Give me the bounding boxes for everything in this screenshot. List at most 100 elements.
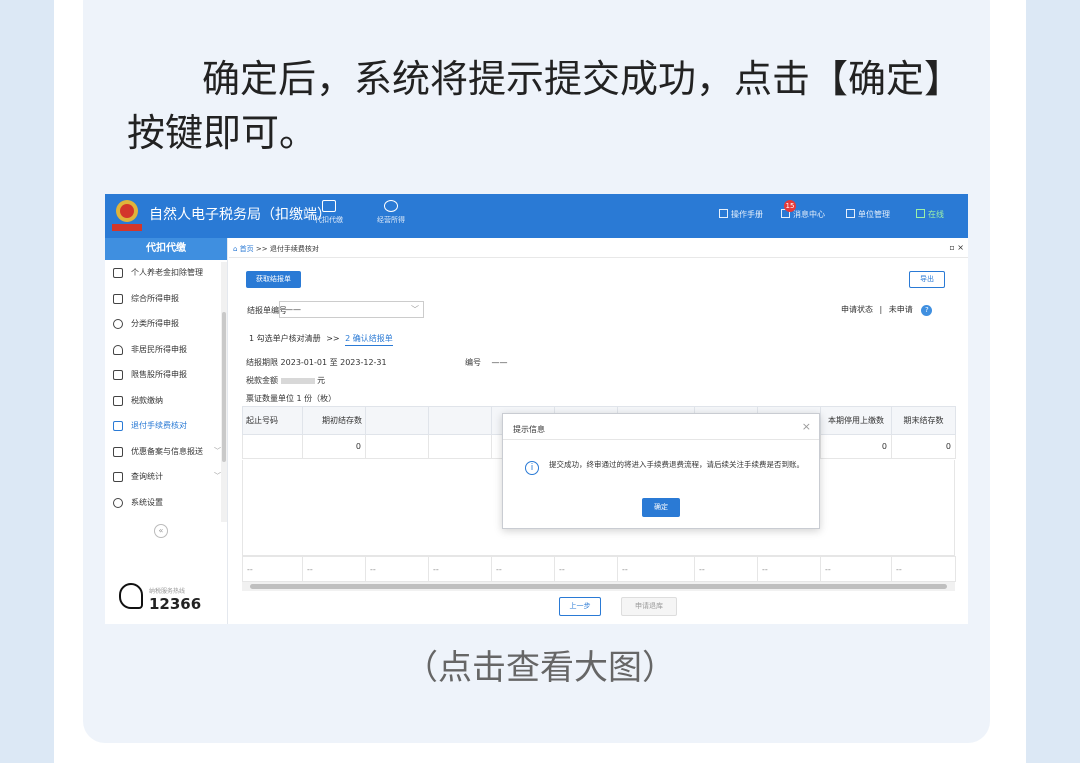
footer-cell: -- <box>694 556 758 582</box>
prev-step-button[interactable]: 上一步 <box>559 597 601 616</box>
bar-chart-icon <box>113 370 123 380</box>
period-value: 2023-01-01 至 2023-12-31 <box>280 358 387 367</box>
voucher-quantity: 票证数量单位 1 份（枚） <box>246 393 336 404</box>
view-large-image-link[interactable]: （点击查看大图） <box>0 640 1080 689</box>
app-title: 自然人电子税务局（扣缴端） <box>149 207 331 223</box>
step-arrow: >> <box>326 334 340 343</box>
step-1[interactable]: 1 勾选单户核对清册 <box>249 334 321 343</box>
window-controls[interactable]: ▫ × <box>949 243 964 252</box>
masked-amount <box>280 377 315 384</box>
col-header: 期初结存数 <box>302 406 366 435</box>
sidebar-item-preferential-filing[interactable]: 优惠备案与信息报送 ﹀ <box>105 439 227 465</box>
footer-cell: -- <box>242 556 303 582</box>
chevron-down-icon: ﹀ <box>214 472 221 480</box>
unit-link[interactable]: 单位管理 <box>846 209 890 220</box>
close-icon[interactable]: × <box>802 420 811 433</box>
table-hscrollbar[interactable] <box>242 582 955 591</box>
voucher-value: 1 份（枚） <box>296 394 337 403</box>
manual-icon <box>719 209 728 218</box>
breadcrumb-current: 退付手续费核对 <box>269 245 319 253</box>
online-label: 在线 <box>928 210 944 219</box>
dialog-message: 提交成功，终审通过的将进入手续费退费流程，请后续关注手续费是否到账。 <box>549 460 804 469</box>
application-status: 申请状态 | 未申请 ? <box>841 304 933 316</box>
sidebar-item-comprehensive[interactable]: 综合所得申报 <box>105 286 227 312</box>
number-label: 编号 <box>465 358 481 367</box>
status-value: 未申请 <box>888 305 913 314</box>
refund-icon <box>113 421 123 431</box>
online-status[interactable]: 在线 <box>916 209 944 220</box>
export-button[interactable]: 导出 <box>909 271 945 288</box>
number: 编号 —— <box>465 357 508 368</box>
nav-withholding[interactable]: 代扣代缴 <box>309 200 349 225</box>
sidebar-item-fee-refund[interactable]: 退付手续费核对 <box>105 413 227 439</box>
footer-cell: -- <box>491 556 555 582</box>
status-label: 申请状态 <box>841 305 873 314</box>
intro-line-2: 按键即可。 <box>127 111 318 155</box>
sidebar-item-query-stats[interactable]: 查询统计 ﹀ <box>105 464 227 490</box>
footer-cell: -- <box>428 556 492 582</box>
sidebar-item-restricted-stock[interactable]: 限售股所得申报 <box>105 362 227 388</box>
tax-amount: 税款金额 元 <box>246 375 325 386</box>
manual-link[interactable]: 操作手册 <box>719 209 763 220</box>
sidebar-item-pension[interactable]: 个人养老金扣除管理 <box>105 260 227 286</box>
sidebar-scroll-thumb[interactable] <box>222 312 226 462</box>
breadcrumb-home[interactable]: ⌂ 首页 <box>233 245 254 253</box>
sidebar-item-label: 优惠备案与信息报送 <box>131 446 203 456</box>
step-2[interactable]: 2 确认结报单 <box>345 334 393 346</box>
intro-text: 确定后，系统将提示提交成功，点击【确定】 按键即可。 <box>127 52 962 160</box>
dialog-divider <box>503 439 819 440</box>
info-icon: i <box>525 461 539 475</box>
footer-cell: -- <box>820 556 892 582</box>
coins-icon <box>384 200 398 212</box>
dialog-title: 提示信息 <box>513 425 545 434</box>
sidebar-item-nonresident[interactable]: 非居民所得申报 <box>105 337 227 363</box>
sidebar-item-label: 分类所得申报 <box>131 319 179 328</box>
sidebar-header[interactable]: 代扣代缴 <box>105 238 227 260</box>
nav-business-income[interactable]: 经营所得 <box>371 200 411 225</box>
monitor-icon <box>916 209 925 218</box>
confirm-button[interactable]: 确定 <box>642 498 680 517</box>
hotline-number: 12366 <box>149 595 202 613</box>
collapse-sidebar-button[interactable]: « <box>154 524 168 538</box>
phone-service-icon <box>119 583 143 609</box>
footer-cell: -- <box>554 556 618 582</box>
top-bar: 自然人电子税务局（扣缴端） 代扣代缴 经营所得 操作手册 消息中心 15 单位管… <box>105 194 968 238</box>
sidebar-scrollbar[interactable] <box>221 262 227 522</box>
sidebar-item-label: 综合所得申报 <box>131 293 179 303</box>
manual-label: 操作手册 <box>731 210 763 219</box>
table-footer-row: -- -- -- -- -- -- -- -- -- -- -- <box>242 556 956 582</box>
tax-emblem-icon <box>112 200 142 231</box>
document-icon <box>113 446 123 457</box>
report-no-value: —— <box>285 305 301 314</box>
building-icon <box>846 209 855 218</box>
breadcrumb-separator: >> <box>255 245 268 253</box>
help-icon[interactable]: ? <box>921 305 933 316</box>
period-label: 结报期限 <box>246 358 278 367</box>
sidebar-item-label: 税款缴纳 <box>131 395 163 405</box>
table-cell: 0 <box>891 434 956 459</box>
footer-cell: -- <box>891 556 956 582</box>
period: 结报期限 2023-01-01 至 2023-12-31 <box>246 357 387 368</box>
apply-refund-button[interactable]: 申请退库 <box>621 597 677 616</box>
person-icon <box>113 344 123 355</box>
nav-business-income-label: 经营所得 <box>377 216 405 224</box>
wallet-icon <box>113 395 123 406</box>
sidebar: 代扣代缴 个人养老金扣除管理 综合所得申报 分类所得申报 非居民所得申报 限售股… <box>105 238 228 624</box>
hotline-label: 纳税服务热线 <box>149 588 186 595</box>
footer-cell: -- <box>302 556 366 582</box>
fetch-report-button[interactable]: 获取结报单 <box>246 271 301 288</box>
sidebar-item-settings[interactable]: 系统设置 <box>105 490 227 516</box>
table-cell <box>428 434 492 459</box>
sidebar-item-label: 系统设置 <box>131 497 163 507</box>
voucher-label: 票证数量单位 <box>246 394 294 403</box>
layers-icon <box>113 293 123 304</box>
step-indicator: 1 勾选单户核对清册 >> 2 确认结报单 <box>249 333 393 346</box>
screenshot[interactable]: 自然人电子税务局（扣缴端） 代扣代缴 经营所得 操作手册 消息中心 15 单位管… <box>105 194 968 624</box>
sidebar-item-classified[interactable]: 分类所得申报 <box>105 311 227 337</box>
table-cell: 0 <box>302 434 366 459</box>
report-no-select[interactable]: —— ﹀ <box>279 301 424 318</box>
sidebar-item-tax-payment[interactable]: 税款缴纳 <box>105 388 227 414</box>
unit-label: 单位管理 <box>858 210 890 219</box>
table-hscroll-thumb[interactable] <box>250 584 947 589</box>
col-header <box>365 406 429 435</box>
